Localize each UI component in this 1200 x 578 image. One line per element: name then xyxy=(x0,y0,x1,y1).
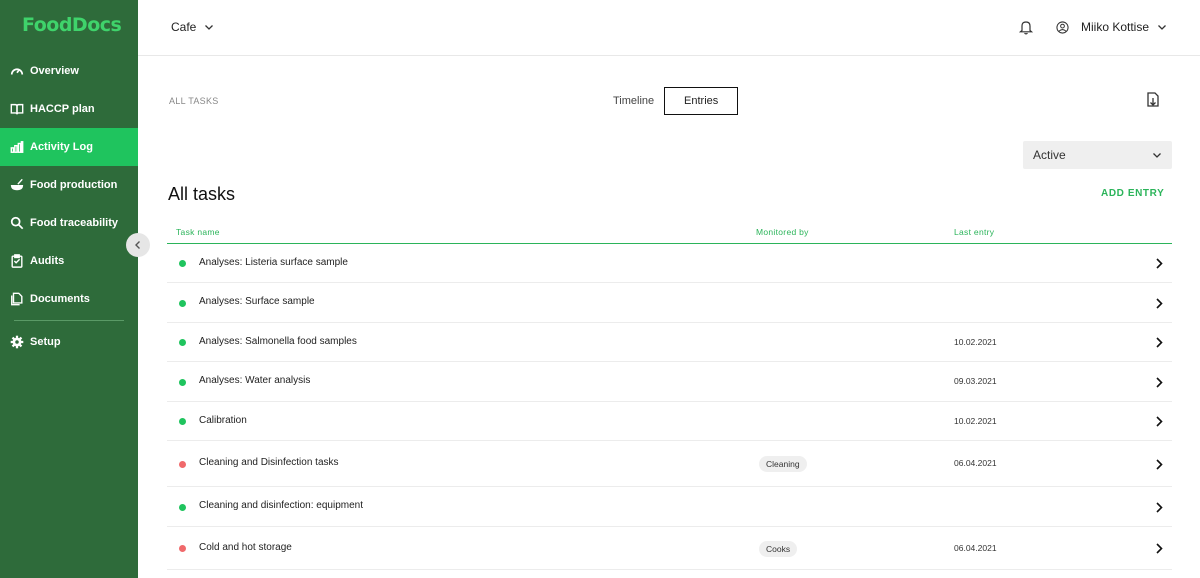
user-name: Miiko Kottise xyxy=(1081,20,1150,34)
chevron-left-icon xyxy=(135,241,140,249)
chevron-right-icon[interactable] xyxy=(1155,297,1163,309)
sidebar-item-label: Audits xyxy=(30,255,65,267)
task-name: Cleaning and Disinfection tasks xyxy=(199,457,339,468)
sidebar-divider xyxy=(14,320,124,321)
tab-entries[interactable]: Entries xyxy=(664,87,739,115)
last-entry-date: 09.03.2021 xyxy=(954,376,997,386)
table-row[interactable]: Analyses: Surface sample xyxy=(167,283,1172,323)
monitored-by-badge: Cooks xyxy=(759,540,798,557)
task-name: Analyses: Listeria surface sample xyxy=(199,256,348,268)
status-dot-red xyxy=(179,545,186,552)
task-name: Cleaning and disinfection: equipment xyxy=(199,500,363,511)
table-body: Analyses: Listeria surface sample Analyse… xyxy=(167,244,1172,570)
column-header-monitored-by[interactable]: Monitored by xyxy=(756,227,809,237)
task-name: Analyses: Water analysis xyxy=(199,375,311,386)
status-dot-green xyxy=(179,378,186,386)
chevron-down-icon xyxy=(1153,153,1161,158)
table-row[interactable]: Analyses: Listeria surface sample xyxy=(167,244,1172,283)
last-entry-date: 06.04.2021 xyxy=(954,542,997,553)
table-row[interactable]: Analyses: Water analysis 09.03.2021 xyxy=(167,362,1172,402)
sidebar-item-haccp-plan[interactable]: HACCP plan xyxy=(0,90,138,128)
table-row[interactable]: Cleaning and disinfection: equipment xyxy=(167,487,1172,527)
location-label: Cafe xyxy=(171,20,197,34)
sidebar-item-documents[interactable]: Documents xyxy=(0,280,138,318)
documents-icon xyxy=(10,292,24,306)
monitored-by-badge: Cleaning xyxy=(759,456,807,472)
bar-chart-icon xyxy=(10,140,24,154)
sidebar-item-label: Food traceability xyxy=(30,217,119,229)
table-row[interactable]: Cold and hot storage Cooks 06.04.2021 xyxy=(167,527,1172,570)
sidebar-item-label: HACCP plan xyxy=(30,103,95,115)
sidebar-item-overview[interactable]: Overview xyxy=(0,52,138,90)
task-name: Analyses: Salmonella food samples xyxy=(199,335,357,347)
status-filter-select[interactable]: Active xyxy=(1023,141,1172,169)
task-name: Cold and hot storage xyxy=(199,541,292,553)
chevron-right-icon[interactable] xyxy=(1155,376,1163,388)
status-dot-red xyxy=(179,460,186,468)
gauge-icon xyxy=(10,64,24,78)
status-dot-green xyxy=(179,299,186,307)
last-entry-date: 10.02.2021 xyxy=(954,336,997,347)
table-row[interactable]: Calibration 10.02.2021 xyxy=(167,402,1172,441)
tab-timeline[interactable]: Timeline xyxy=(603,88,664,114)
sidebar-item-label: Activity Log xyxy=(30,141,93,153)
status-dot-green xyxy=(179,503,186,511)
column-header-task-name[interactable]: Task name xyxy=(176,227,220,237)
bowl-icon xyxy=(10,178,24,192)
table-header: Task name Monitored by Last entry xyxy=(167,223,1172,244)
task-name: Calibration xyxy=(199,414,247,426)
sidebar-item-label: Setup xyxy=(30,336,61,348)
user-menu[interactable]: Miiko Kottise xyxy=(1056,20,1167,34)
table-row[interactable]: Cleaning and Disinfection tasks Cleaning 0… xyxy=(167,441,1172,487)
status-dot-green xyxy=(179,418,186,425)
location-selector[interactable]: Cafe xyxy=(171,20,214,34)
chevron-right-icon[interactable] xyxy=(1155,337,1163,348)
table-row[interactable]: Analyses: Salmonella food samples 10.02.2… xyxy=(167,323,1172,362)
status-filter-value: Active xyxy=(1033,148,1066,162)
chevron-right-icon[interactable] xyxy=(1155,458,1163,470)
sidebar-item-label: Documents xyxy=(30,293,90,305)
export-icon[interactable] xyxy=(1146,91,1160,109)
gear-icon xyxy=(10,335,24,349)
sidebar-item-label: Overview xyxy=(30,65,79,77)
sidebar-item-food-production[interactable]: Food production xyxy=(0,166,138,204)
chevron-right-icon[interactable] xyxy=(1155,501,1163,513)
status-dot-green xyxy=(179,339,186,346)
status-dot-green xyxy=(179,260,186,267)
bell-icon[interactable] xyxy=(1019,19,1033,35)
chevron-down-icon xyxy=(1158,25,1166,30)
page-title: All tasks xyxy=(168,184,236,204)
sidebar-nav: Overview HACCP plan Activity Log Food pr… xyxy=(0,52,138,361)
user-icon xyxy=(1056,20,1069,34)
sidebar-item-label: Food production xyxy=(30,179,118,191)
breadcrumb[interactable]: ALL TASKS xyxy=(169,96,219,106)
fooddocs-logo[interactable]: FoodDocs xyxy=(22,14,122,36)
sidebar-item-audits[interactable]: Audits xyxy=(0,242,138,280)
view-toggle: Timeline Entries xyxy=(603,87,739,115)
book-icon xyxy=(10,102,24,116)
collapse-sidebar-button[interactable] xyxy=(126,233,150,257)
sidebar-item-activity-log[interactable]: Activity Log xyxy=(0,128,138,166)
chevron-right-icon[interactable] xyxy=(1155,543,1163,554)
column-header-last-entry[interactable]: Last entry xyxy=(954,227,994,237)
top-bar: Cafe Miiko Kottise xyxy=(138,0,1200,56)
last-entry-date: 06.04.2021 xyxy=(954,458,997,468)
sidebar: FoodDocs Overview HACCP plan Activity Lo… xyxy=(0,0,138,578)
last-entry-date: 10.02.2021 xyxy=(954,415,997,426)
chevron-right-icon[interactable] xyxy=(1155,258,1163,269)
clipboard-icon xyxy=(10,254,24,268)
chevron-down-icon xyxy=(205,25,214,30)
task-name: Analyses: Surface sample xyxy=(199,296,315,307)
sidebar-item-setup[interactable]: Setup xyxy=(0,323,138,361)
chevron-right-icon[interactable] xyxy=(1155,416,1163,427)
tasks-table: Task name Monitored by Last entry Analys… xyxy=(167,223,1172,570)
main-content: ALL TASKS Timeline Entries Active All ta… xyxy=(138,56,1200,578)
search-icon xyxy=(10,216,24,230)
sidebar-item-food-traceability[interactable]: Food traceability xyxy=(0,204,138,242)
add-entry-button[interactable]: ADD ENTRY xyxy=(1101,188,1164,199)
